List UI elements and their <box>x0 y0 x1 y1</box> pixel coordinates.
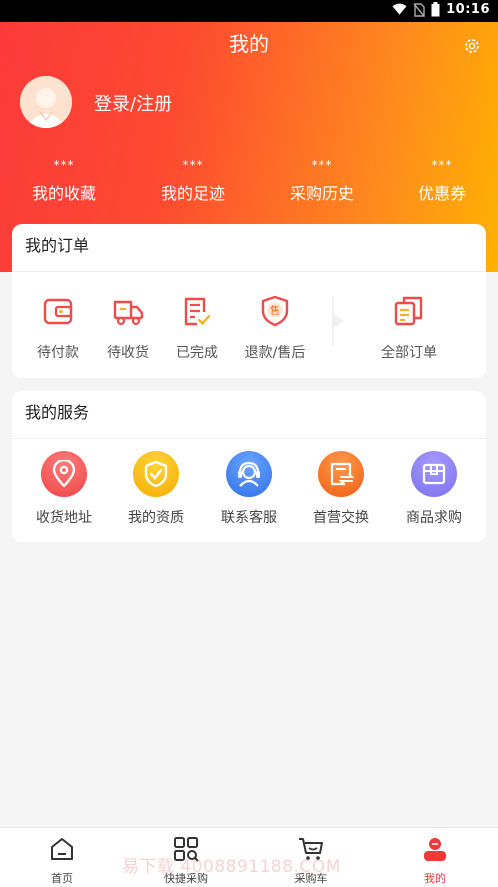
exchange-icon <box>330 462 355 486</box>
status-time: 10:16 <box>446 2 490 17</box>
order-refund-after-sale[interactable]: 售 退款/售后 <box>240 294 310 362</box>
order-item-label: 待收货 <box>107 345 149 361</box>
wifi-icon <box>392 3 407 15</box>
login-register-link[interactable]: 登录/注册 <box>94 90 172 116</box>
order-item-label: 全部订单 <box>381 345 437 361</box>
tab-label: 采购车 <box>294 872 328 885</box>
order-completed[interactable]: 已完成 <box>162 294 232 362</box>
tab-label: 快捷采购 <box>164 872 208 885</box>
service-icon-bg <box>41 451 87 497</box>
no-sim-icon <box>413 2 425 17</box>
service-label: 联系客服 <box>221 510 277 526</box>
order-item-label: 已完成 <box>176 345 218 361</box>
order-item-label: 待付款 <box>37 345 79 361</box>
wallet-icon <box>43 298 73 325</box>
service-label: 商品求购 <box>406 510 462 526</box>
orders-card: 我的订单 待付款 待收货 已完成 售 退款/售后 全部订单 <box>12 224 486 378</box>
profile-icon <box>424 838 446 861</box>
stat-label: 采购历史 <box>289 184 354 203</box>
stat-footprints[interactable]: *** 我的足迹 <box>128 156 258 204</box>
order-pending-receipt[interactable]: 待收货 <box>93 294 163 362</box>
service-my-qualification[interactable]: 我的资质 <box>111 451 201 527</box>
services-title: 我的服务 <box>12 391 486 439</box>
home-icon <box>51 838 73 860</box>
bottom-tab-bar: 首页 快捷采购 采购车 我的 <box>0 827 498 887</box>
service-shipping-address[interactable]: 收货地址 <box>19 451 109 527</box>
service-customer-support[interactable]: 联系客服 <box>204 451 294 527</box>
status-bar: 10:16 <box>0 0 498 22</box>
service-icon-bg <box>133 451 179 497</box>
service-icon-bg <box>411 451 457 497</box>
checklist-icon <box>184 297 211 326</box>
stat-value: *** <box>182 158 204 172</box>
stat-label: 我的收藏 <box>31 184 96 203</box>
grid-search-icon <box>174 837 199 862</box>
tab-label: 我的 <box>424 872 446 885</box>
services-card: 我的服务 收货地址 我的资质 联系客服 首营交换 商品求购 <box>12 391 486 542</box>
after-sale-shield-icon: 售 <box>261 295 289 327</box>
stat-coupons[interactable]: *** 优惠券 <box>386 156 498 204</box>
customer-service-icon <box>238 461 260 487</box>
orders-title: 我的订单 <box>12 224 486 272</box>
tab-mine[interactable]: 我的 <box>395 836 475 886</box>
tab-label: 首页 <box>51 872 73 885</box>
documents-icon <box>394 296 423 326</box>
page-title: 我的 <box>229 32 269 56</box>
stat-value: *** <box>311 158 333 172</box>
stat-value: *** <box>431 158 453 172</box>
divider-arrow-icon <box>332 296 344 346</box>
service-label: 首营交换 <box>313 510 369 526</box>
stat-favorites[interactable]: *** 我的收藏 <box>0 156 128 204</box>
service-icon-bg <box>318 451 364 497</box>
stat-label: 我的足迹 <box>160 184 225 203</box>
tab-quick-purchase[interactable]: 快捷采购 <box>146 836 226 886</box>
stat-label: 优惠券 <box>417 184 466 203</box>
tab-cart[interactable]: 采购车 <box>271 836 351 886</box>
truck-icon <box>113 300 144 326</box>
service-product-request[interactable]: 商品求购 <box>389 451 479 527</box>
cart-icon <box>299 838 323 860</box>
stats-row: *** 我的收藏 *** 我的足迹 *** 采购历史 *** 优惠券 <box>0 156 498 204</box>
service-label: 收货地址 <box>36 510 92 526</box>
service-label: 我的资质 <box>128 510 184 526</box>
shield-check-icon <box>144 460 168 488</box>
battery-icon <box>431 2 440 17</box>
stat-value: *** <box>53 158 75 172</box>
location-pin-icon <box>52 460 76 488</box>
settings-gear-icon[interactable] <box>462 36 482 56</box>
avatar[interactable] <box>20 76 72 128</box>
service-first-exchange[interactable]: 首营交换 <box>296 451 386 527</box>
order-pending-payment[interactable]: 待付款 <box>23 294 93 362</box>
service-icon-bg <box>226 451 272 497</box>
after-sale-glyph: 售 <box>270 304 280 317</box>
order-item-label: 退款/售后 <box>244 345 306 361</box>
stat-purchase-history[interactable]: *** 采购历史 <box>258 156 386 204</box>
box-icon <box>422 463 446 485</box>
order-all[interactable]: 全部订单 <box>374 294 444 362</box>
tab-home[interactable]: 首页 <box>22 836 102 886</box>
